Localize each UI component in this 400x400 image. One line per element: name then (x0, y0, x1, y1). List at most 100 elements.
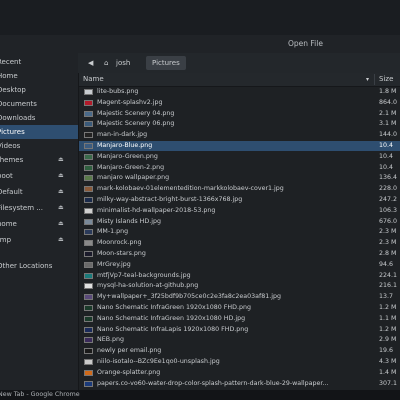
file-row[interactable]: MM-1.png 2.3 M (79, 227, 400, 237)
file-row[interactable]: Misty Islands HD.jpg 676.0 (79, 217, 400, 227)
file-size: 19.6 (379, 347, 394, 355)
file-size: 2.1 M (379, 109, 397, 117)
file-row[interactable]: papers.co-vo60-water-drop-color-splash-p… (79, 379, 400, 389)
file-size: 307.1 (379, 379, 398, 387)
file-name: Moonrock.png (97, 239, 142, 247)
size-column-header[interactable]: Size (379, 73, 393, 86)
eject-icon[interactable]: ⏏ (58, 233, 64, 247)
file-row[interactable]: niilo-isotalo--BZc9Ee1qo0-unsplash.jpg 4.… (79, 357, 400, 367)
file-row[interactable]: Manjaro-Blue.png 10.4 (79, 141, 400, 151)
file-row[interactable]: mysql-ha-solution-at-github.png 216.1 (79, 281, 400, 291)
image-thumbnail-icon (84, 197, 93, 203)
sidebar-item-other-locations[interactable]: Other Locations (0, 259, 78, 273)
file-name: Magent-splashv2.jpg (97, 98, 163, 106)
breadcrumb-pictures[interactable]: Pictures (146, 56, 186, 70)
file-row[interactable]: My+wallpaper+_3f25bdf9b705ce0c2e3fa8c2ea… (79, 292, 400, 302)
eject-icon[interactable]: ⏏ (58, 153, 64, 167)
back-icon[interactable]: ◀ (88, 56, 93, 70)
breadcrumb-josh[interactable]: josh (110, 56, 136, 70)
sidebar-item-filesystem[interactable]: Filesystem ... ⏏ (0, 201, 78, 215)
file-row[interactable]: Manjaro-Green-2.png 10.4 (79, 163, 400, 173)
file-row[interactable]: Moonrock.png 2.3 M (79, 238, 400, 248)
home-icon[interactable]: ⌂ (104, 56, 108, 70)
name-column-header[interactable]: Name (83, 73, 104, 86)
sidebar-item-home-volume[interactable]: home ⏏ (0, 217, 78, 231)
image-thumbnail-icon (84, 164, 93, 171)
sidebar-item-boot[interactable]: boot ⏏ (0, 169, 78, 183)
eject-icon[interactable]: ⏏ (58, 217, 64, 231)
file-size: 216.1 (379, 282, 398, 290)
file-name: manjaro wallpaper.png (97, 174, 170, 182)
sidebar-item-tmp[interactable]: tmp ⏏ (0, 233, 78, 247)
file-size: 1.2 M (379, 325, 397, 333)
file-row[interactable]: Orange-splatter.png 1.4 M (79, 368, 400, 378)
file-row[interactable]: newly per email.png 19.6 (79, 346, 400, 356)
sidebar-item-themes[interactable]: themes ⏏ (0, 153, 78, 167)
file-row[interactable]: mtfjVp7-teal-backgrounds.jpg 224.1 (79, 271, 400, 281)
taskbar-window-label[interactable]: New Tab - Google Chrome (0, 390, 80, 400)
file-name: Nano Schematic InfraLapis 1920x1080 FHD.… (97, 325, 249, 333)
file-size: 3.1 M (379, 120, 397, 128)
file-size: 1.8 M (379, 88, 397, 95)
file-row[interactable]: Moon-stars.png 2.8 M (79, 249, 400, 259)
file-size: 676.0 (379, 217, 398, 225)
file-row[interactable]: man-in-dark.jpg 144.0 (79, 130, 400, 140)
eject-icon[interactable]: ⏏ (58, 201, 64, 215)
sidebar-item-videos[interactable]: Videos (0, 139, 78, 153)
file-name: Nano Schematic InfraGreen 1920x1080 HD.j… (97, 314, 246, 322)
file-row[interactable]: Nano Schematic InfraGreen 1920x1080 FHD.… (79, 303, 400, 313)
image-thumbnail-icon (84, 89, 93, 95)
file-row[interactable]: Magent-splashv2.jpg 864.0 (79, 98, 400, 108)
file-row[interactable]: milky-way-abstract-bright-burst-1366x768… (79, 195, 400, 205)
file-row[interactable]: Manjaro-Green.png 10.4 (79, 152, 400, 162)
file-size: 94.6 (379, 260, 394, 268)
file-chooser-window: Open File Recent Home Desktop Documents … (0, 35, 400, 390)
file-row[interactable]: Nano Schematic InfraGreen 1920x1080 HD.j… (79, 314, 400, 324)
sidebar-item-recent[interactable]: Recent (0, 55, 78, 69)
sidebar-item-downloads[interactable]: Downloads (0, 111, 78, 125)
file-row[interactable]: NEB.png 2.9 M (79, 335, 400, 345)
sidebar-item-default[interactable]: Default ⏏ (0, 185, 78, 199)
sidebar-item-label: Desktop (0, 86, 26, 94)
file-row[interactable]: Majestic Scenery 06.png 3.1 M (79, 119, 400, 129)
image-thumbnail-icon (84, 380, 93, 387)
file-size: 1.1 M (379, 314, 397, 322)
file-row[interactable]: lite-bubs.png 1.8 M (79, 87, 400, 97)
file-name: papers.co-vo60-water-drop-color-splash-p… (97, 379, 329, 387)
file-name: Misty Islands HD.jpg (97, 217, 162, 225)
file-name: Manjaro-Blue.png (97, 142, 153, 149)
file-row[interactable]: MrGrey.jpg 94.6 (79, 260, 400, 270)
sidebar-item-label: boot (0, 172, 13, 180)
image-thumbnail-icon (84, 218, 93, 225)
sidebar-item-documents[interactable]: Documents (0, 97, 78, 111)
file-size: 4.3 M (379, 358, 397, 365)
sidebar-item-pictures[interactable]: Pictures (0, 125, 78, 139)
image-thumbnail-icon (84, 294, 93, 301)
file-name: newly per email.png (97, 347, 162, 355)
file-row[interactable]: minimalist-hd-wallpaper-2018-53.png 106.3 (79, 206, 400, 216)
file-name: mark-kolobaev-01elementedition-markkolob… (97, 185, 284, 193)
sidebar-item-home[interactable]: Home (0, 69, 78, 83)
file-row[interactable]: Nano Schematic InfraLapis 1920x1080 FHD.… (79, 325, 400, 335)
image-thumbnail-icon (84, 251, 93, 257)
image-thumbnail-icon (84, 186, 93, 193)
file-row[interactable]: manjaro wallpaper.png 136.4 (79, 173, 400, 183)
sidebar-item-label: home (0, 220, 17, 228)
sidebar-item-label: Pictures (0, 128, 25, 136)
file-name: Moon-stars.png (97, 250, 146, 257)
eject-icon[interactable]: ⏏ (58, 185, 64, 199)
sort-arrow-icon: ▾ (366, 76, 370, 83)
file-size: 13.7 (379, 293, 394, 301)
column-divider[interactable] (374, 74, 375, 85)
sidebar-item-desktop[interactable]: Desktop (0, 83, 78, 97)
sidebar-item-label: Recent (0, 58, 22, 66)
file-row[interactable]: mark-kolobaev-01elementedition-markkolob… (79, 184, 400, 194)
path-bar: ◀ ⌂ josh Pictures (78, 53, 400, 73)
eject-icon[interactable]: ⏏ (58, 169, 64, 183)
file-size: 2.9 M (379, 336, 397, 344)
image-thumbnail-icon (84, 153, 93, 160)
sidebar-item-label: Filesystem ... (0, 204, 43, 212)
sidebar-item-label: Documents (0, 100, 37, 108)
file-row[interactable]: Majestic Scenery 04.png 2.1 M (79, 109, 400, 119)
sidebar-item-label: Videos (0, 142, 21, 150)
